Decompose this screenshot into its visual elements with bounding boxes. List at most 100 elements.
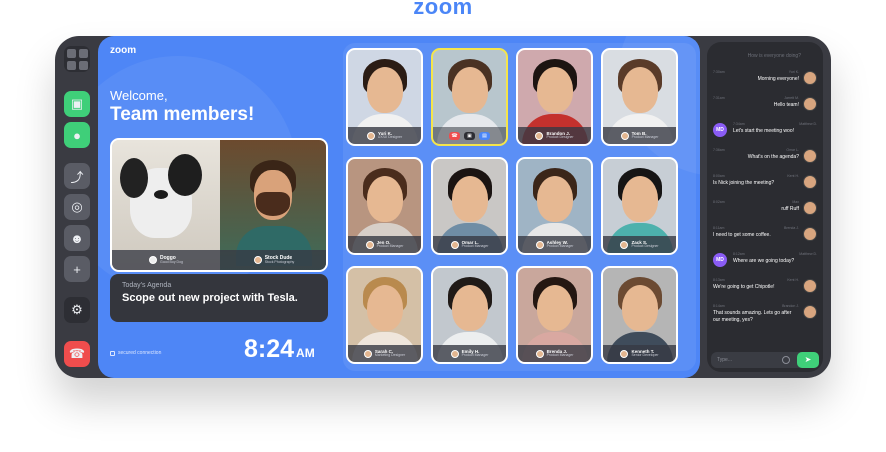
left-toolbar: ▣ ● ⤴ ◎ ☻ + ⚙ ☎	[55, 36, 99, 378]
participants-icon: ☻	[70, 230, 84, 246]
avatar	[535, 131, 544, 140]
participant-role: Product Manager	[546, 353, 574, 357]
video-button[interactable]: ▣	[64, 91, 90, 117]
gear-icon: ⚙	[71, 302, 83, 317]
add-user-button[interactable]: +	[64, 256, 90, 282]
participant-face	[366, 285, 403, 331]
clock-time: 8:24	[244, 335, 295, 363]
settings-button[interactable]: ⚙	[64, 297, 90, 323]
participant-face	[366, 67, 403, 113]
featured-video[interactable]: Doggo Good Boy Dog Stock Dude Stock Phot…	[110, 138, 328, 272]
chat-text: Hello team!	[773, 102, 799, 108]
chat-message: 7:36am Omar L. What's on the agenda?	[713, 148, 817, 172]
participant-tile[interactable]: Tom B. Product Manager	[601, 48, 678, 146]
participant-tile[interactable]: Jen O. Product Manager	[346, 157, 423, 255]
chat-input[interactable]	[717, 355, 787, 365]
doggo-caption: Doggo Good Boy Dog	[112, 250, 220, 270]
chat-time: 7:36am	[713, 148, 725, 152]
participant-face	[366, 176, 403, 222]
stock-dude-caption: Stock Dude Stock Photography	[220, 250, 326, 270]
chat-text: That sounds amazing. Lets go after our m…	[713, 310, 792, 323]
avatar	[450, 349, 459, 358]
chat-avatar	[803, 305, 817, 319]
agenda-card[interactable]: Today's Agenda Scope out new project wit…	[110, 274, 328, 322]
chat-initials: MD	[716, 257, 724, 263]
emoji-icon[interactable]	[782, 356, 790, 364]
participant-tile[interactable]: Zack S. Product Designer	[601, 157, 678, 255]
welcome-text: Welcome,	[110, 88, 168, 103]
secure-connection: secured connection	[110, 350, 161, 356]
participant-role: Product Manager	[631, 135, 659, 139]
participant-tile[interactable]: Yuri K. UX/UI Designer	[346, 48, 423, 146]
chat-sender: Max	[792, 200, 799, 204]
participant-tile[interactable]: Ashley W. Product Manager	[516, 157, 593, 255]
main-panel: zoom Welcome, Team members! Doggo Good B…	[98, 36, 700, 378]
chat-meta: 8:00am Kent H.	[713, 174, 799, 178]
participant-role: Product Manager	[461, 244, 489, 248]
participant-role: Product Designer	[546, 135, 574, 139]
participant-tile[interactable]: Sarah C. Marketing Designer	[346, 266, 423, 364]
chat-avatar	[803, 227, 817, 241]
chat-text: Is Nick joining the meeting?	[713, 180, 775, 186]
zoom-brand-logo: zoom	[413, 0, 473, 19]
participant-role: Marketing Designer	[374, 353, 406, 357]
chat-sender: Jarrett M.	[784, 96, 799, 100]
chat-text: I need to get some coffee.	[713, 232, 771, 238]
send-button[interactable]: ➤	[797, 352, 819, 368]
participant-caption: Sarah C. Marketing Designer	[348, 345, 421, 362]
chat-time: 7:30am	[713, 70, 725, 74]
apps-grid-button[interactable]	[64, 46, 90, 72]
chat-meta: 8:13am Kent H.	[713, 278, 799, 282]
chat-time: 8:11am	[713, 226, 725, 230]
participant-tile[interactable]: Brandon J. Product Designer	[516, 48, 593, 146]
participant-tile[interactable]: Emily H. Product Manager	[431, 266, 508, 364]
participant-caption: Emily H. Product Manager	[433, 345, 506, 362]
send-icon: ➤	[804, 355, 812, 364]
participants-button[interactable]: ☻	[64, 225, 90, 251]
video-grid: Yuri K. UX/UI Designer ☎ ▣ ▤ Brandon J. Produc…	[343, 43, 696, 371]
share-screen-icon: ⤴	[70, 169, 84, 185]
participant-tile[interactable]: Kenneth T. Senior Developer	[601, 266, 678, 364]
chat-sender: Kent H.	[787, 174, 799, 178]
participant-tile[interactable]: Omar L. Product Manager	[431, 157, 508, 255]
camera-icon[interactable]: ▣	[464, 131, 475, 140]
participant-tile[interactable]: ☎ ▣ ▤	[431, 48, 508, 146]
microphone-button[interactable]: ●	[64, 122, 90, 148]
chat-meta: 7:31am Jarrett M.	[713, 96, 799, 100]
participant-face	[536, 176, 573, 222]
avatar	[535, 240, 544, 249]
avatar	[620, 131, 629, 140]
chat-message-faded: How is everyone doing?	[747, 53, 801, 59]
participant-tile[interactable]: Brenda J. Product Manager	[516, 266, 593, 364]
chat-text: We're going to get Chipotle!	[713, 284, 775, 290]
participant-role: Senior Developer	[631, 353, 659, 357]
camera-button[interactable]: ◎	[64, 194, 90, 220]
participant-face	[621, 67, 658, 113]
participant-caption: Kenneth T. Senior Developer	[603, 345, 676, 362]
participant-role: Good Boy Dog	[160, 259, 183, 264]
secure-text: secured connection	[118, 350, 162, 356]
participant-face	[621, 176, 658, 222]
avatar	[366, 131, 375, 140]
end-call-button[interactable]: ☎	[64, 341, 90, 367]
participant-face	[451, 67, 488, 113]
chat-text: What's on the agenda?	[747, 154, 799, 160]
doggo-video[interactable]: Doggo Good Boy Dog	[112, 140, 220, 270]
avatar	[363, 349, 372, 358]
end-call-icon[interactable]: ☎	[449, 131, 460, 140]
avatar	[620, 240, 629, 249]
avatar	[149, 256, 158, 264]
chat-avatar	[803, 97, 817, 111]
lock-icon	[110, 350, 115, 356]
chat-icon[interactable]: ▤	[479, 131, 490, 140]
chat-message: 8:12am Matthew D. Where are we going today…	[713, 252, 817, 276]
share-screen-button[interactable]: ⤴	[64, 163, 90, 189]
chat-message: 7:34am Matthew D. Let's start the meeting …	[713, 122, 817, 146]
chat-sender: Matthew D.	[799, 252, 817, 256]
participant-caption: Ashley W. Product Manager	[518, 236, 591, 253]
stock-dude-video[interactable]: Stock Dude Stock Photography	[220, 140, 326, 270]
chat-meta: 8:02am Max	[713, 200, 799, 204]
chat-meta: 8:11am Brenda J.	[713, 226, 799, 230]
video-icon: ▣	[70, 96, 84, 111]
participant-caption: Tom B. Product Manager	[603, 127, 676, 144]
